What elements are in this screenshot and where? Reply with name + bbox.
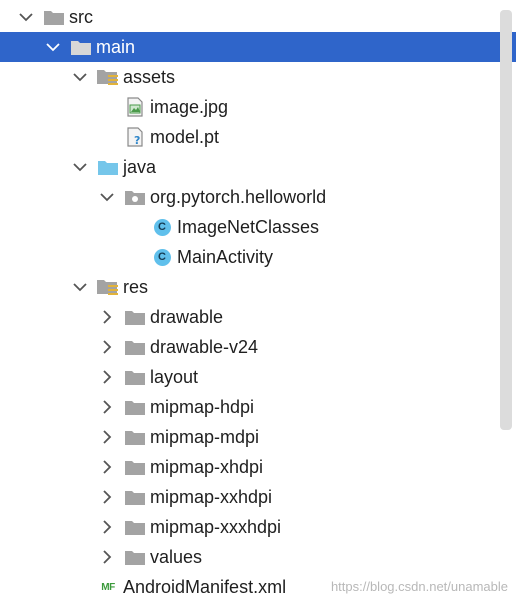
tree-row-label: assets — [123, 66, 176, 87]
manifest-file-icon: MF — [97, 576, 119, 598]
chevron-right-icon[interactable] — [97, 487, 117, 507]
tree-row-src[interactable]: src — [0, 2, 516, 32]
tree-row-drawable-v24[interactable]: drawable-v24 — [0, 332, 516, 362]
tree-row-image-jpg[interactable]: image.jpg — [0, 92, 516, 122]
folder-icon — [124, 306, 146, 328]
manifest-icon-text: MF — [101, 581, 115, 593]
vertical-scrollbar[interactable] — [500, 10, 512, 430]
folder-icon — [124, 486, 146, 508]
resource-folder-icon — [97, 276, 119, 298]
tree-row-label: org.pytorch.helloworld — [150, 186, 327, 207]
tree-row-package[interactable]: org.pytorch.helloworld — [0, 182, 516, 212]
folder-icon — [43, 6, 65, 28]
tree-row-mipmap-xhdpi[interactable]: mipmap-xhdpi — [0, 452, 516, 482]
tree-row-imagenetclasses[interactable]: C ImageNetClasses — [0, 212, 516, 242]
chevron-right-icon[interactable] — [97, 307, 117, 327]
tree-row-values[interactable]: values — [0, 542, 516, 572]
chevron-right-icon[interactable] — [97, 457, 117, 477]
tree-row-label: model.pt — [150, 126, 220, 147]
tree-row-label: java — [123, 156, 157, 177]
tree-row-mipmap-xxxhdpi[interactable]: mipmap-xxxhdpi — [0, 512, 516, 542]
tree-row-label: layout — [150, 366, 199, 387]
tree-row-label: AndroidManifest.xml — [123, 576, 287, 597]
package-icon — [124, 186, 146, 208]
chevron-right-icon[interactable] — [97, 337, 117, 357]
tree-row-java[interactable]: java — [0, 152, 516, 182]
folder-icon — [70, 36, 92, 58]
tree-row-res[interactable]: res — [0, 272, 516, 302]
tree-row-main[interactable]: main — [0, 32, 516, 62]
tree-row-assets[interactable]: assets — [0, 62, 516, 92]
tree-row-label: ImageNetClasses — [177, 216, 320, 237]
tree-row-label: mipmap-mdpi — [150, 426, 260, 447]
chevron-down-icon[interactable] — [70, 277, 90, 297]
tree-row-label: mipmap-xxxhdpi — [150, 516, 282, 537]
tree-row-label: drawable-v24 — [150, 336, 259, 357]
folder-icon — [124, 516, 146, 538]
source-folder-icon — [97, 156, 119, 178]
tree-row-label: mipmap-xhdpi — [150, 456, 264, 477]
folder-icon — [124, 426, 146, 448]
chevron-right-icon[interactable] — [97, 367, 117, 387]
tree-row-drawable[interactable]: drawable — [0, 302, 516, 332]
chevron-right-icon[interactable] — [97, 427, 117, 447]
class-icon: C — [151, 216, 173, 238]
tree-row-model-pt[interactable]: ? model.pt — [0, 122, 516, 152]
chevron-down-icon[interactable] — [16, 7, 36, 27]
tree-row-label: values — [150, 546, 203, 567]
chevron-right-icon[interactable] — [97, 517, 117, 537]
image-file-icon — [124, 96, 146, 118]
tree-row-label: src — [69, 6, 93, 27]
tree-row-label: mipmap-xxhdpi — [150, 486, 273, 507]
tree-row-mipmap-hdpi[interactable]: mipmap-hdpi — [0, 392, 516, 422]
svg-text:?: ? — [134, 134, 140, 147]
tree-row-label: mipmap-hdpi — [150, 396, 255, 417]
unknown-file-icon: ? — [124, 126, 146, 148]
chevron-right-icon[interactable] — [97, 547, 117, 567]
class-icon-letter: C — [153, 248, 171, 266]
tree-row-layout[interactable]: layout — [0, 362, 516, 392]
tree-row-label: res — [123, 276, 149, 297]
tree-row-label: MainActivity — [177, 246, 274, 267]
chevron-down-icon[interactable] — [70, 67, 90, 87]
folder-icon — [124, 396, 146, 418]
class-icon: C — [151, 246, 173, 268]
tree-row-label: image.jpg — [150, 96, 229, 117]
resource-folder-icon — [97, 66, 119, 88]
chevron-right-icon[interactable] — [97, 397, 117, 417]
tree-row-mainactivity[interactable]: C MainActivity — [0, 242, 516, 272]
chevron-down-icon[interactable] — [70, 157, 90, 177]
chevron-down-icon[interactable] — [43, 37, 63, 57]
project-tree: src main assets image.jpg ? model.pt jav… — [0, 0, 516, 600]
folder-icon — [124, 546, 146, 568]
tree-row-label: main — [96, 36, 136, 57]
chevron-down-icon[interactable] — [97, 187, 117, 207]
tree-row-label: drawable — [150, 306, 224, 327]
folder-icon — [124, 336, 146, 358]
class-icon-letter: C — [153, 218, 171, 236]
watermark: https://blog.csdn.net/unamable — [330, 579, 508, 594]
folder-icon — [124, 366, 146, 388]
folder-icon — [124, 456, 146, 478]
tree-row-mipmap-xxhdpi[interactable]: mipmap-xxhdpi — [0, 482, 516, 512]
tree-row-mipmap-mdpi[interactable]: mipmap-mdpi — [0, 422, 516, 452]
